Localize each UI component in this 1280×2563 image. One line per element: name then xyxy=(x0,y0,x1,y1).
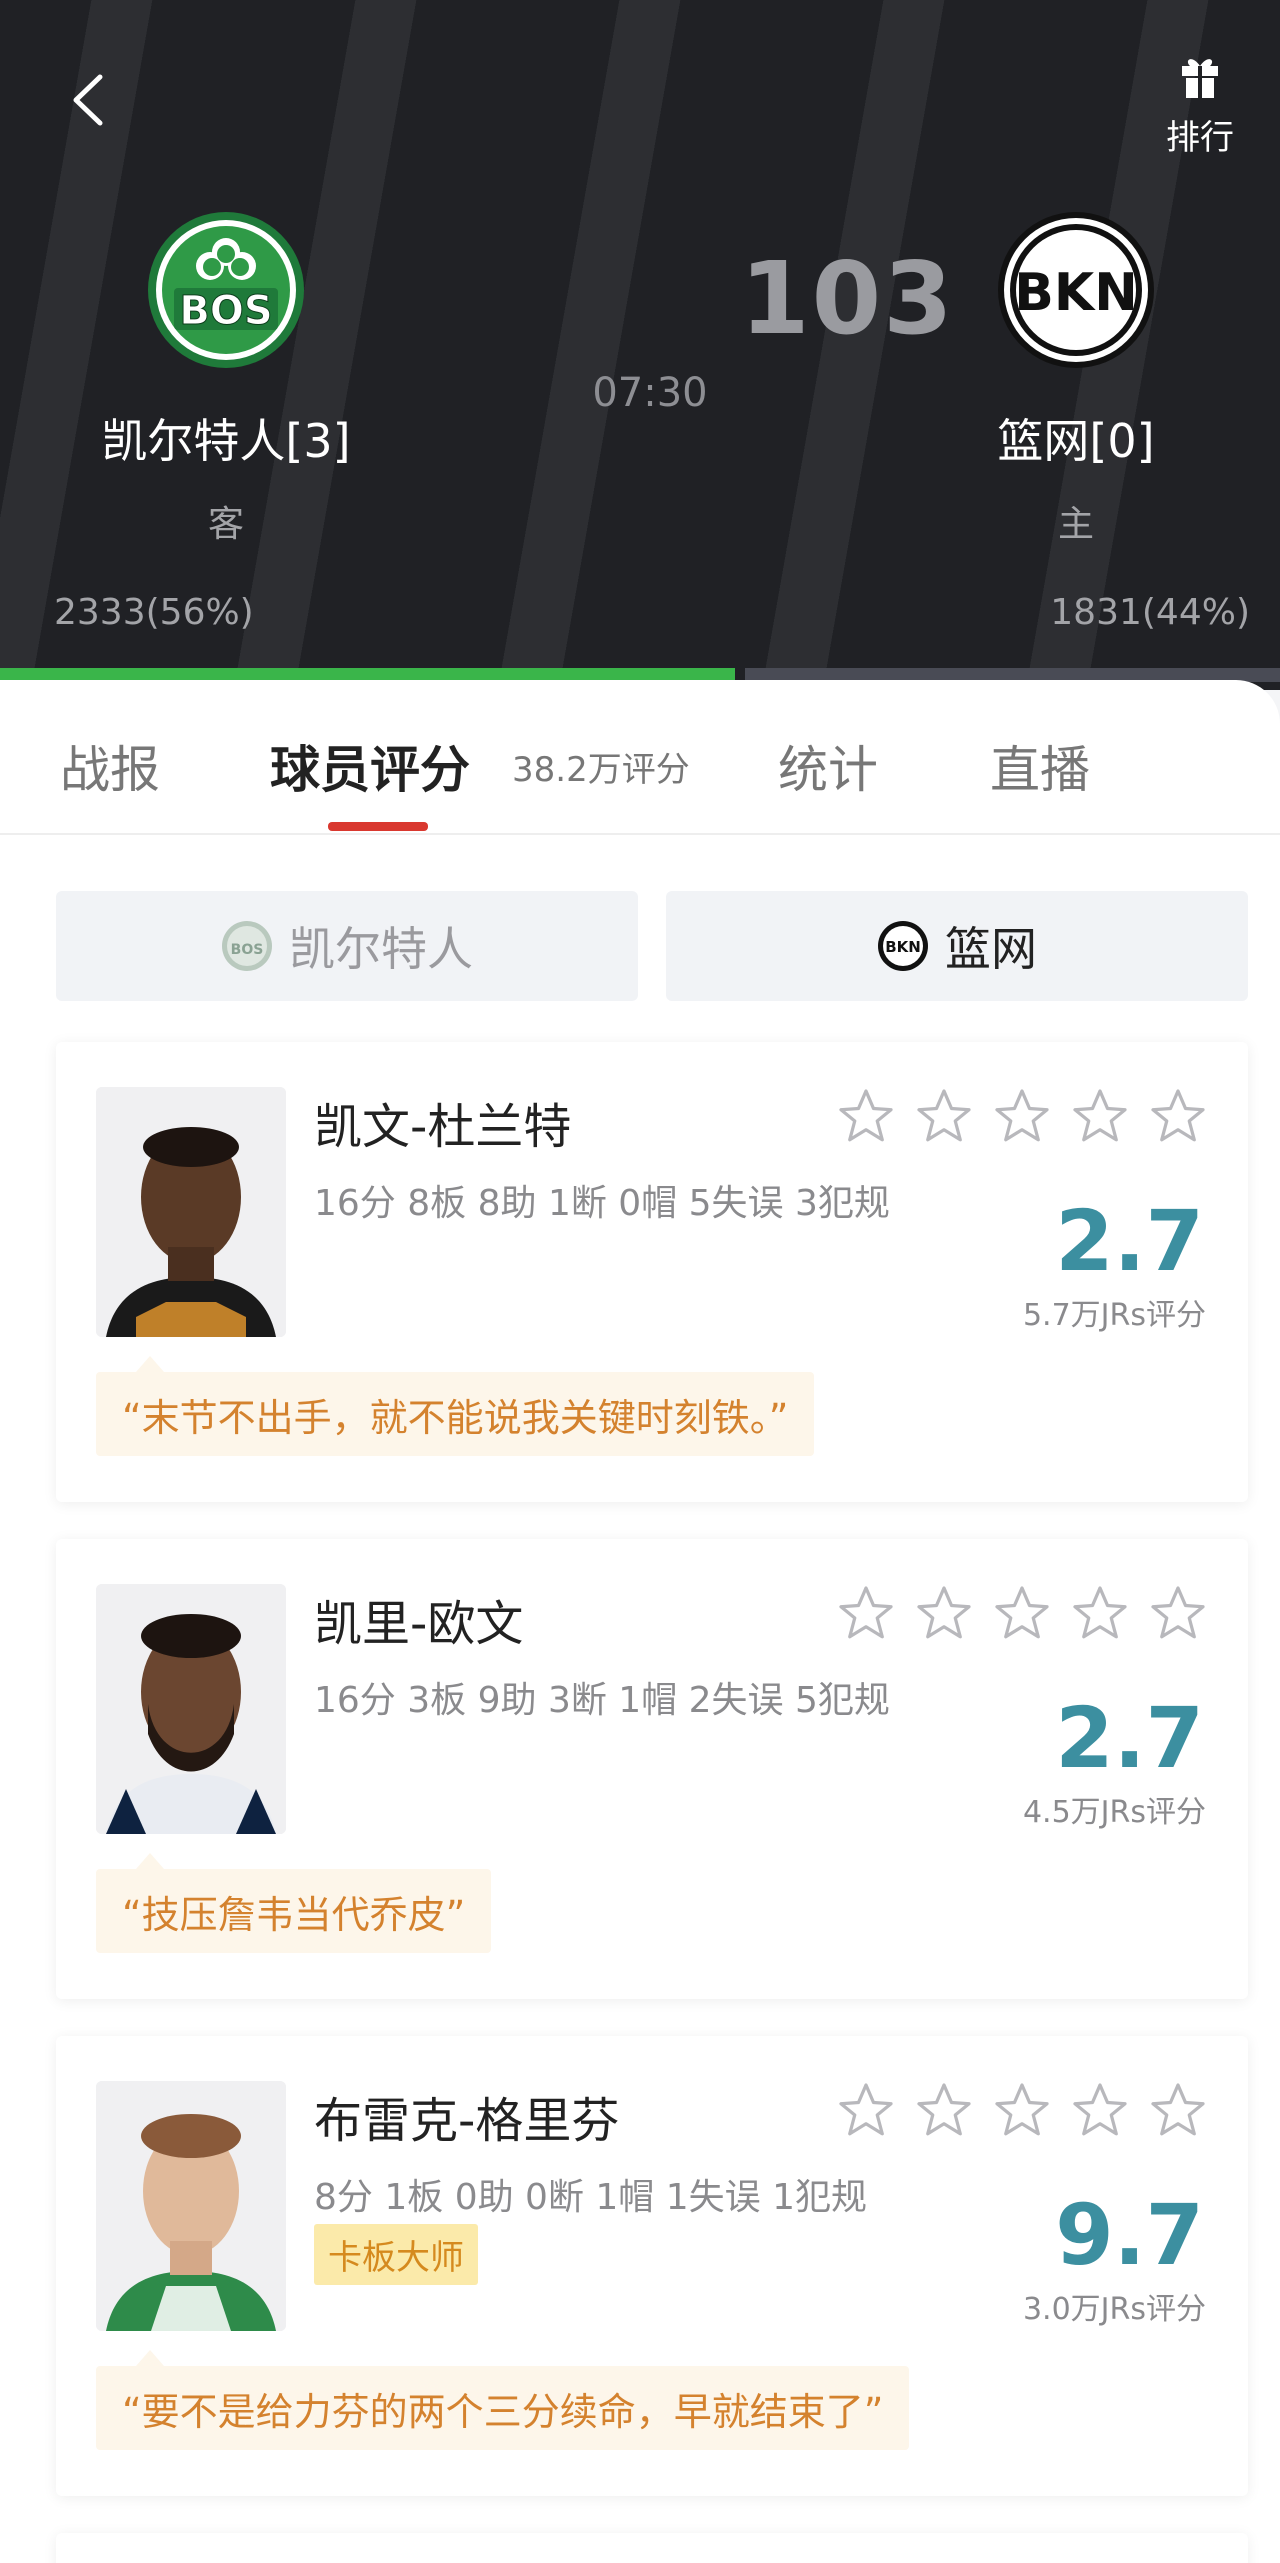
player-score: 9.7 xyxy=(1055,2186,1204,2284)
home-team-name: 篮网[0] xyxy=(997,414,1155,468)
player-stats: 16分 3板 9助 3断 1帽 2失误 5犯规 xyxy=(314,1680,890,1721)
rating-count: 4.5万JRs评分 xyxy=(1022,1795,1206,1830)
star-icon[interactable] xyxy=(1070,1086,1130,1146)
player-avatar-icon xyxy=(96,1087,286,1337)
player-stats: 16分 8板 8助 1断 0帽 5失误 3犯规 xyxy=(314,1183,890,1224)
game-time: 07:30 xyxy=(592,370,708,416)
ranking-label: 排行 xyxy=(1166,118,1234,158)
star-icon[interactable] xyxy=(1148,2080,1208,2140)
star-icon[interactable] xyxy=(1148,1583,1208,1643)
celtics-icon: BOS xyxy=(222,921,272,971)
rating-count: 3.0万JRs评分 xyxy=(1022,2292,1206,2327)
player-stats: 8分 1板 0助 0断 1帽 1失误 1犯规 xyxy=(314,2177,867,2218)
player-photo xyxy=(96,1584,286,1834)
game-score: 103 xyxy=(740,240,955,357)
page: 排行 BOS BKN 凯尔特人[3] 篮网[0] 客 主 103 07:30 2… xyxy=(0,0,1280,2563)
nets-icon: BKN xyxy=(878,921,928,971)
home-votes: 1831(44%) xyxy=(1050,592,1250,633)
rating-count: 5.7万JRs评分 xyxy=(1022,1298,1206,1333)
team-toggle-celtics[interactable]: BOS 凯尔特人 xyxy=(56,891,638,1001)
team-toggle-label: 凯尔特人 xyxy=(289,922,473,976)
star-icon[interactable] xyxy=(992,2080,1052,2140)
content-panel: 战报 球员评分 38.2万评分 统计 直播 BOS 凯尔特人 BKN 篮网 凯文… xyxy=(0,680,1280,2563)
nets-logo[interactable]: BKN xyxy=(996,210,1156,370)
player-photo xyxy=(96,2081,286,2331)
star-icon[interactable] xyxy=(914,1583,974,1643)
away-side-label: 客 xyxy=(207,504,244,545)
chevron-left-icon xyxy=(73,74,103,126)
player-card[interactable]: 凯文-杜兰特 16分 8板 8助 1断 0帽 5失误 3犯规 2.7 5.7万J… xyxy=(56,1042,1248,1502)
star-icon[interactable] xyxy=(836,1086,896,1146)
star-icon[interactable] xyxy=(992,1583,1052,1643)
match-header: 排行 BOS BKN 凯尔特人[3] 篮网[0] 客 主 103 07:30 2… xyxy=(0,0,1280,690)
player-score: 2.7 xyxy=(1055,1689,1204,1787)
player-avatar-icon xyxy=(96,2081,286,2331)
ratings-count: 38.2万评分 xyxy=(512,750,690,790)
player-photo xyxy=(96,1087,286,1337)
player-name: 凯里-欧文 xyxy=(314,1596,524,1652)
rating-stars[interactable] xyxy=(836,1583,1208,1643)
star-icon[interactable] xyxy=(914,2080,974,2140)
player-quote[interactable]: “末节不出手，就不能说我关键时刻铁。” xyxy=(96,1356,815,1456)
star-icon[interactable] xyxy=(914,1086,974,1146)
gift-icon xyxy=(1182,59,1218,98)
rating-stars[interactable] xyxy=(836,1086,1208,1146)
tab-bar: 战报 球员评分 38.2万评分 统计 直播 xyxy=(0,680,1280,835)
away-votes: 2333(56%) xyxy=(54,592,254,633)
tab-report[interactable]: 战报 xyxy=(60,730,160,802)
back-button[interactable] xyxy=(62,68,112,132)
home-side-label: 主 xyxy=(1057,504,1094,545)
celtics-logo[interactable]: BOS xyxy=(146,210,306,370)
player-tag: 卡板大师 xyxy=(314,2224,478,2285)
star-icon[interactable] xyxy=(836,2080,896,2140)
svg-text:BOS: BOS xyxy=(231,942,264,958)
tab-player-ratings[interactable]: 球员评分 xyxy=(270,730,470,802)
player-card[interactable] xyxy=(56,2533,1248,2563)
rating-stars[interactable] xyxy=(836,2080,1208,2140)
star-icon[interactable] xyxy=(1070,1583,1130,1643)
star-icon[interactable] xyxy=(1148,1086,1208,1146)
player-card[interactable]: 凯里-欧文 16分 3板 9助 3断 1帽 2失误 5犯规 2.7 4.5万JR… xyxy=(56,1539,1248,1999)
svg-text:BKN: BKN xyxy=(1014,263,1137,323)
tab-stats[interactable]: 统计 xyxy=(778,730,878,802)
svg-text:BKN: BKN xyxy=(885,938,921,956)
team-toggle-label: 篮网 xyxy=(945,922,1037,976)
player-card[interactable]: 布雷克-格里芬 8分 1板 0助 0断 1帽 1失误 1犯规 卡板大师 9.7 … xyxy=(56,2036,1248,2496)
player-quote[interactable]: “要不是给力芬的两个三分续命，早就结束了” xyxy=(96,2350,910,2450)
active-tab-indicator xyxy=(328,822,428,831)
player-name: 凯文-杜兰特 xyxy=(314,1099,572,1155)
star-icon[interactable] xyxy=(836,1583,896,1643)
away-team-name: 凯尔特人[3] xyxy=(101,414,351,468)
star-icon[interactable] xyxy=(1070,2080,1130,2140)
player-score: 2.7 xyxy=(1055,1192,1204,1290)
ranking-button[interactable]: 排行 xyxy=(1150,52,1250,172)
player-name: 布雷克-格里芬 xyxy=(314,2093,620,2149)
player-avatar-icon xyxy=(96,1584,286,1834)
tab-live[interactable]: 直播 xyxy=(990,730,1090,802)
player-quote[interactable]: “技压詹韦当代乔皮” xyxy=(96,1853,492,1953)
team-toggle-nets[interactable]: BKN 篮网 xyxy=(666,891,1248,1001)
svg-text:BOS: BOS xyxy=(179,288,272,334)
star-icon[interactable] xyxy=(992,1086,1052,1146)
